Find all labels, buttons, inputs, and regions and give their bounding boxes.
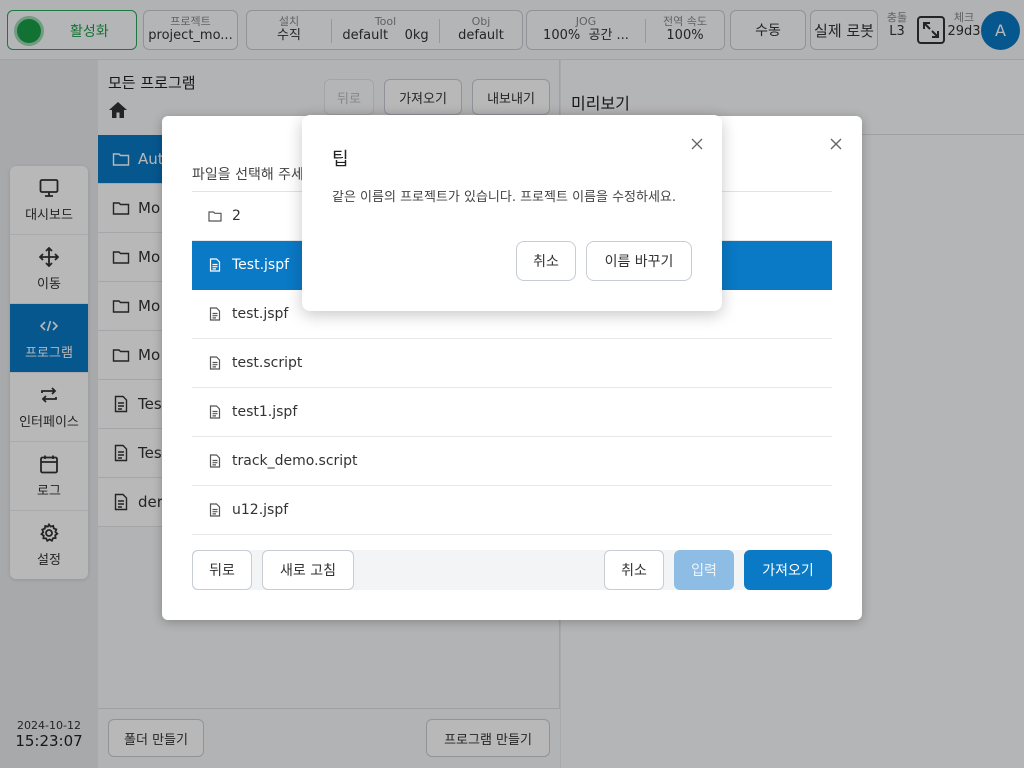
- file-row[interactable]: u12.jspf: [192, 486, 832, 535]
- rename-button[interactable]: 이름 바꾸기: [586, 241, 692, 281]
- file-row[interactable]: test1.jspf: [192, 388, 832, 437]
- cancel-button[interactable]: 취소: [604, 550, 664, 590]
- close-icon[interactable]: [828, 136, 844, 152]
- folder-icon: [208, 211, 222, 222]
- file-icon: [209, 503, 221, 517]
- file-icon: [209, 454, 221, 468]
- modal-title: 팁: [332, 149, 349, 170]
- file-name: u12.jspf: [232, 502, 289, 518]
- file-name: track_demo.script: [232, 453, 358, 469]
- enter-button[interactable]: 입력: [674, 550, 734, 590]
- dialog-title: 파일을 선택해 주세: [192, 167, 304, 183]
- file-icon: [209, 258, 221, 272]
- file-name: test.script: [232, 355, 303, 371]
- file-icon: [209, 405, 221, 419]
- back-button[interactable]: 뒤로: [192, 550, 252, 590]
- file-icon: [209, 356, 221, 370]
- cancel-button[interactable]: 취소: [516, 241, 576, 281]
- modal-message: 같은 이름의 프로젝트가 있습니다. 프로젝트 이름을 수정하세요.: [332, 190, 677, 205]
- file-icon: [209, 307, 221, 321]
- file-name: test.jspf: [232, 306, 289, 322]
- dialog-footer: 뒤로 새로 고침 취소 입력 가져오기: [192, 550, 832, 590]
- import-button[interactable]: 가져오기: [744, 550, 832, 590]
- tip-modal: 팁 같은 이름의 프로젝트가 있습니다. 프로젝트 이름을 수정하세요. 취소 …: [302, 115, 722, 311]
- close-icon[interactable]: [690, 137, 704, 151]
- file-row[interactable]: test.script: [192, 339, 832, 388]
- file-row[interactable]: track_demo.script: [192, 437, 832, 486]
- file-name: 2: [232, 208, 241, 224]
- refresh-button[interactable]: 새로 고침: [262, 550, 354, 590]
- file-name: test1.jspf: [232, 404, 298, 420]
- file-name: Test.jspf: [232, 257, 290, 273]
